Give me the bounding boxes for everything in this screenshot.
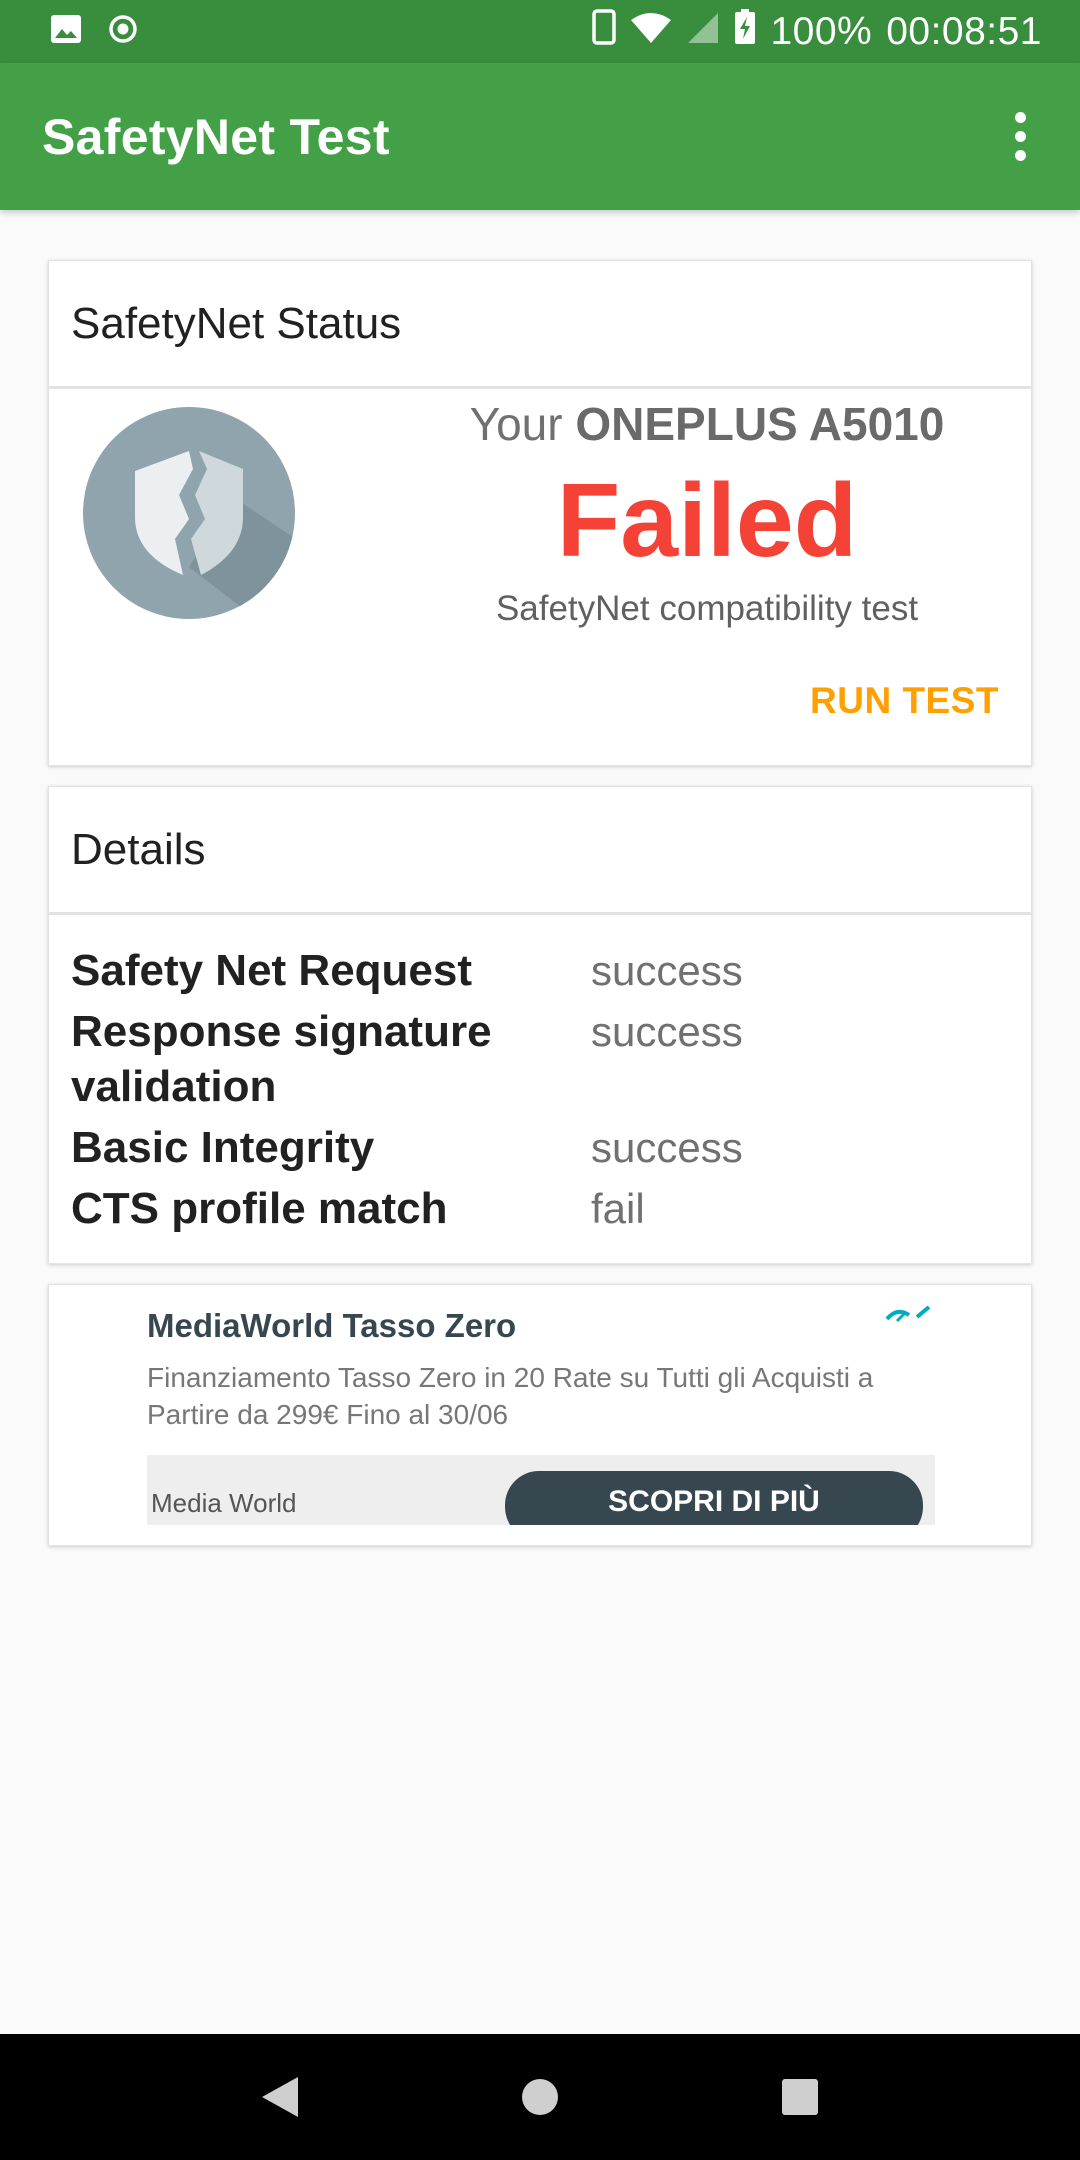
details-list: Safety Net Request success Response sign…: [49, 915, 1031, 1236]
detail-label: Response signature validation: [71, 1007, 492, 1111]
detail-row: CTS profile match fail: [71, 1181, 1031, 1236]
safetynet-status-card: SafetyNet Status Your ONEPLUS A5010 Fail…: [48, 260, 1032, 766]
ad-choices-icon[interactable]: [883, 1301, 935, 1332]
back-icon[interactable]: [245, 2062, 315, 2132]
ad-title[interactable]: MediaWorld Tasso Zero: [147, 1307, 935, 1345]
details-card: Details Safety Net Request success Respo…: [48, 786, 1032, 1264]
detail-value: success: [591, 947, 743, 994]
image-notification-icon: [50, 14, 82, 49]
record-notification-icon: [108, 14, 138, 49]
test-subtitle: SafetyNet compatibility test: [495, 589, 919, 628]
detail-row: Safety Net Request success: [71, 943, 1031, 998]
device-line: Your ONEPLUS A5010: [349, 397, 1065, 451]
app-title: SafetyNet Test: [42, 108, 390, 165]
status-card-title: SafetyNet Status: [49, 261, 1031, 389]
detail-row: Basic Integrity success: [71, 1120, 1031, 1175]
app-bar: SafetyNet Test: [0, 63, 1080, 210]
ad-footer: Media World SCOPRI DI PIÙ: [147, 1455, 935, 1525]
detail-label: Safety Net Request: [71, 946, 473, 995]
device-name: ONEPLUS A5010: [575, 398, 945, 450]
home-icon[interactable]: [505, 2062, 575, 2132]
ad-card[interactable]: MediaWorld Tasso Zero Finanziamento Tass…: [48, 1284, 1032, 1546]
broken-shield-icon: [83, 407, 295, 619]
detail-value: success: [591, 1124, 743, 1171]
ad-cta-button[interactable]: SCOPRI DI PIÙ: [505, 1471, 923, 1525]
details-card-title: Details: [49, 787, 1031, 915]
recents-icon[interactable]: [765, 2062, 835, 2132]
detail-value: fail: [591, 1185, 645, 1232]
test-result: Failed: [556, 463, 858, 579]
battery-charging-icon: [734, 8, 756, 55]
overflow-menu-icon[interactable]: [1003, 102, 1038, 171]
navigation-bar: [0, 2034, 1080, 2160]
detail-value: success: [591, 1008, 743, 1055]
wifi-icon: [630, 9, 672, 54]
status-bar: 100% 00:08:51: [0, 0, 1080, 63]
clock: 00:08:51: [886, 9, 1042, 53]
battery-percentage: 100%: [770, 9, 873, 53]
ad-description: Finanziamento Tasso Zero in 20 Rate su T…: [147, 1362, 874, 1430]
detail-row: Response signature validation success: [71, 1004, 1031, 1114]
cell-signal-icon: [686, 9, 720, 54]
vibrate-phone-icon: [592, 8, 617, 55]
run-test-button[interactable]: RUN TEST: [810, 680, 999, 722]
device-prefix: Your: [469, 398, 576, 450]
ad-advertiser: Media World: [151, 1488, 297, 1518]
detail-label: CTS profile match: [71, 1184, 448, 1233]
detail-label: Basic Integrity: [71, 1123, 375, 1172]
